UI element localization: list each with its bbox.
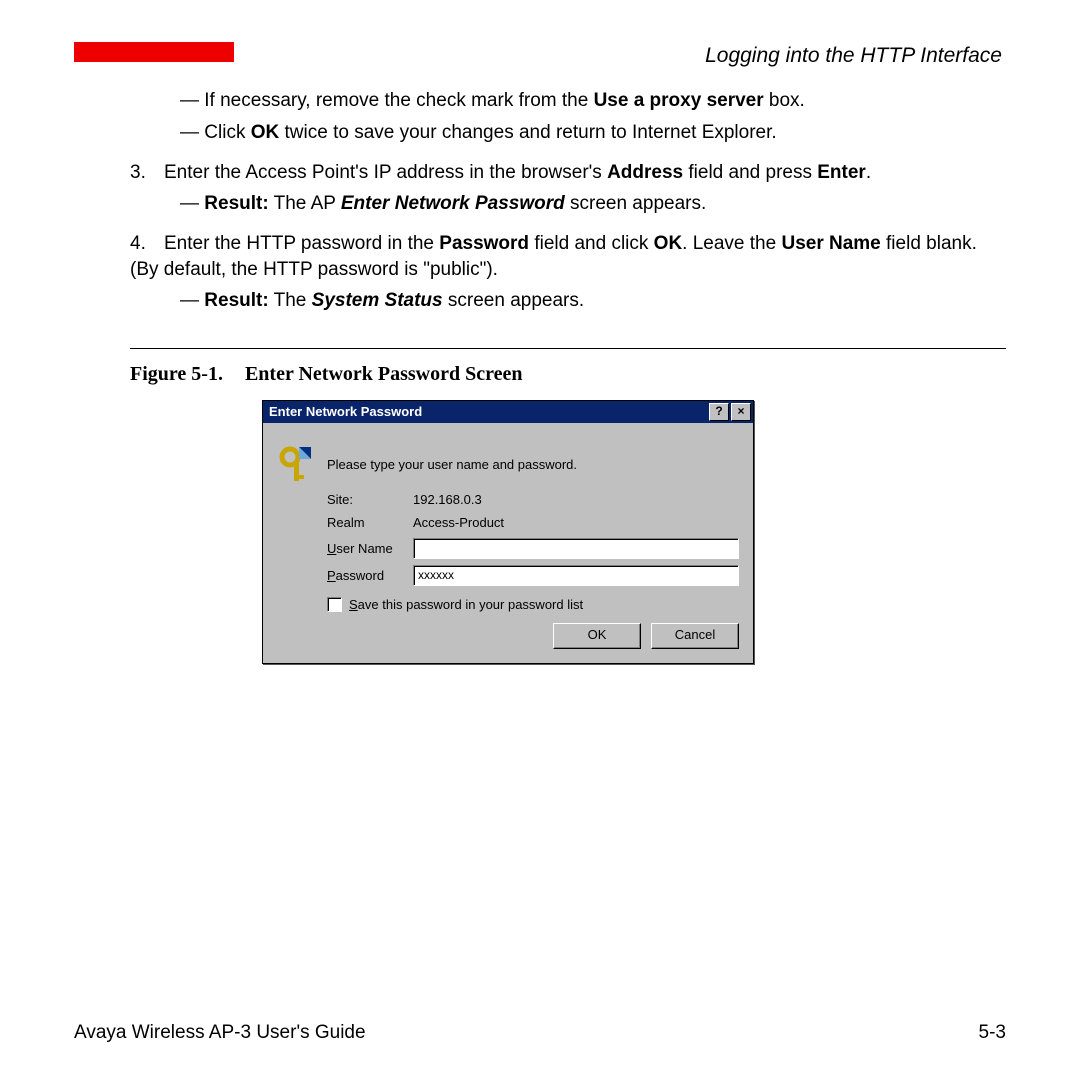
dialog-instruction: Please type your user name and password. (327, 456, 577, 474)
realm-label: Realm (327, 514, 413, 532)
password-label: Password (327, 567, 413, 585)
footer-guide: Avaya Wireless AP-3 User's Guide (74, 1020, 366, 1046)
body-text: — If necessary, remove the check mark fr… (74, 88, 1006, 664)
save-password-label: Save this password in your password list (349, 596, 583, 614)
close-button[interactable]: × (731, 403, 751, 421)
password-input[interactable] (413, 565, 739, 586)
figure-caption: Figure 5-1.Enter Network Password Screen (130, 361, 1006, 388)
ok-button[interactable]: OK (553, 623, 641, 649)
bullet-text: — If necessary, remove the check mark fr… (180, 90, 594, 111)
realm-value: Access-Product (413, 514, 504, 532)
brand-badge (74, 42, 234, 62)
username-input[interactable] (413, 538, 739, 559)
section-header: Logging into the HTTP Interface (705, 42, 1006, 70)
dialog-titlebar[interactable]: Enter Network Password ? × (263, 401, 753, 423)
key-icon (277, 445, 313, 485)
site-value: 192.168.0.3 (413, 491, 482, 509)
dialog-title: Enter Network Password (269, 403, 422, 421)
divider (130, 348, 1006, 349)
enter-network-password-dialog: Enter Network Password ? × (262, 400, 754, 665)
cancel-button[interactable]: Cancel (651, 623, 739, 649)
save-password-checkbox[interactable] (327, 597, 342, 612)
site-label: Site: (327, 491, 413, 509)
footer-page: 5-3 (979, 1020, 1006, 1046)
help-button[interactable]: ? (709, 403, 729, 421)
username-label: User Name (327, 540, 413, 558)
